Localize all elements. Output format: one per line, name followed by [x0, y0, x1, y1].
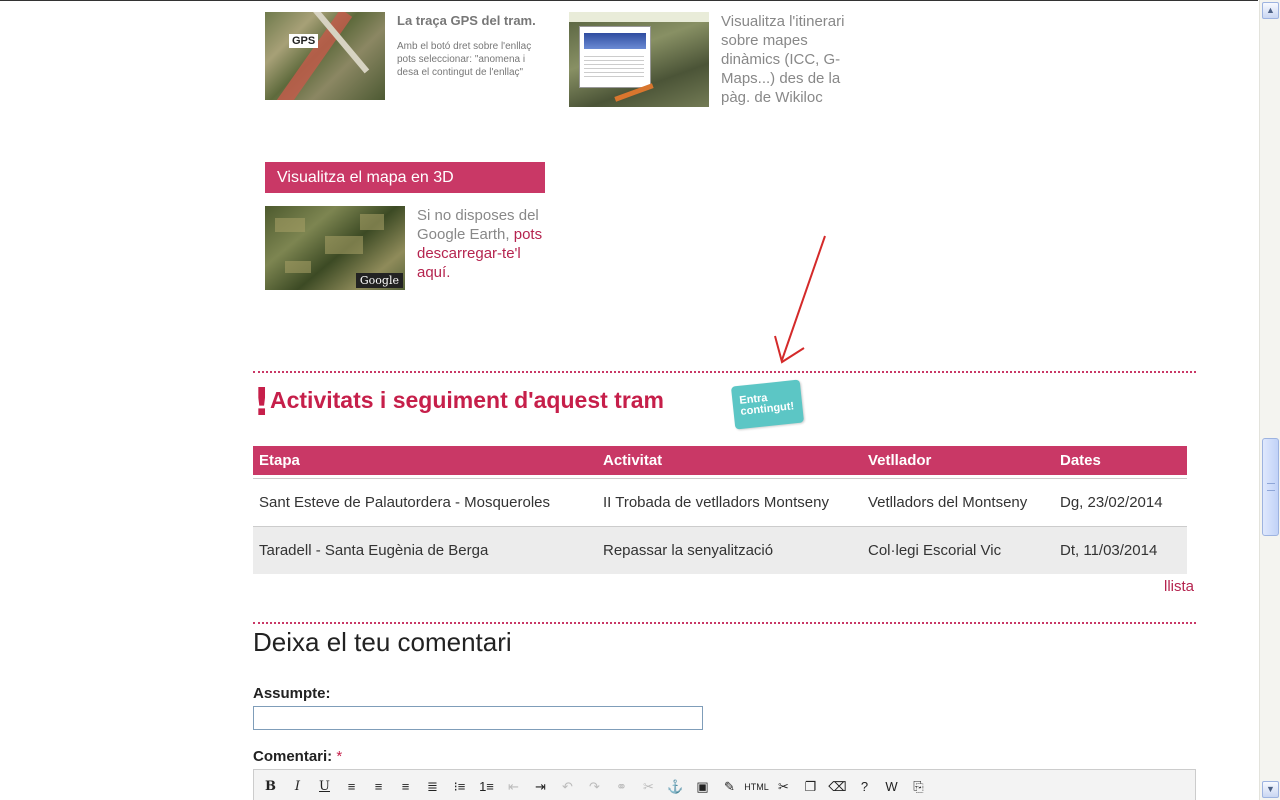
- exclamation-icon: !: [253, 380, 271, 424]
- map-3d-heading: Visualitza el mapa en 3D: [265, 162, 545, 193]
- table-row[interactable]: Sant Esteve de Palautordera - Mosquerole…: [253, 477, 1187, 526]
- column-header: Etapa: [253, 446, 597, 475]
- align-center-button[interactable]: ≡: [366, 774, 391, 799]
- outdent-button[interactable]: ⇤: [501, 774, 526, 799]
- wikiloc-description[interactable]: Visualitza l'itinerari sobre mapes dinàm…: [721, 12, 851, 107]
- subject-label: Assumpte:: [253, 685, 331, 702]
- google-logo: Google: [355, 273, 403, 288]
- italic-button[interactable]: I: [285, 774, 310, 799]
- map-field: [360, 214, 384, 230]
- enter-content-sticker[interactable]: Entra contingut!: [730, 379, 805, 430]
- bullet-list-button[interactable]: ⁝≡: [447, 774, 472, 799]
- scroll-down-button[interactable]: ▼: [1262, 781, 1279, 798]
- required-marker: *: [336, 748, 343, 765]
- help-button[interactable]: ?: [852, 774, 877, 799]
- comment-section-title: Deixa el teu comentari: [253, 627, 512, 657]
- elevation-chart: [584, 33, 646, 49]
- map-field: [325, 236, 363, 254]
- popup-details: [584, 53, 644, 77]
- wikiloc-popup: [579, 26, 651, 88]
- column-header: Activitat: [597, 446, 862, 475]
- table-cell: Dt, 11/03/2014: [1054, 525, 1187, 574]
- copy-button[interactable]: ❐: [798, 774, 823, 799]
- table-cell: II Trobada de vetlladors Montseny: [597, 477, 862, 526]
- unlink-button[interactable]: ✂: [636, 774, 661, 799]
- section-divider: [253, 622, 1196, 624]
- red-arrow-annotation: [774, 235, 826, 364]
- activities-title: Activitats i seguiment d'aquest tram: [270, 387, 665, 413]
- table-cell: Repassar la senyalització: [597, 525, 862, 574]
- justify-button[interactable]: ≣: [420, 774, 445, 799]
- indent-button[interactable]: ⇥: [528, 774, 553, 799]
- table-cell: Col·legi Escorial Vic: [862, 525, 1054, 574]
- gps-track-description: Amb el botó dret sobre l'enllaç pots sel…: [397, 41, 532, 78]
- undo-button[interactable]: ↶: [555, 774, 580, 799]
- anchor-button[interactable]: ⚓: [663, 774, 688, 799]
- scroll-grip: [1267, 483, 1275, 491]
- image-button[interactable]: ▣: [690, 774, 715, 799]
- wikiloc-map-thumbnail[interactable]: [569, 12, 709, 107]
- cut-button[interactable]: ✂: [771, 774, 796, 799]
- erase-button[interactable]: ⌫: [825, 774, 850, 799]
- table-cell: Vetlladors del Montseny: [862, 477, 1054, 526]
- gps-thumbnail-label: GPS: [289, 34, 319, 48]
- section-divider: [253, 371, 1196, 373]
- google-earth-description: Si no disposes del Google Earth, pots de…: [417, 206, 547, 282]
- page-top-border: [0, 0, 1258, 1]
- align-left-button[interactable]: ≡: [339, 774, 364, 799]
- numbered-list-button[interactable]: 1≡: [474, 774, 499, 799]
- table-header-row: Etapa Activitat Vetllador Dates: [253, 446, 1187, 475]
- subject-input[interactable]: [253, 706, 703, 730]
- scroll-thumb[interactable]: [1262, 438, 1279, 536]
- cleanup-button[interactable]: ✎: [717, 774, 742, 799]
- comment-label-text: Comentari:: [253, 748, 333, 765]
- google-earth-thumbnail[interactable]: Google: [265, 206, 405, 290]
- page-break-button[interactable]: ⎘: [906, 774, 931, 799]
- paste-word-button[interactable]: W: [879, 774, 904, 799]
- column-header: Dates: [1054, 446, 1187, 475]
- gps-track-title[interactable]: La traça GPS del tram.: [397, 13, 536, 28]
- table-cell: Taradell - Santa Eugènia de Berga: [253, 525, 597, 574]
- bold-button[interactable]: B: [258, 774, 283, 799]
- table-cell: Sant Esteve de Palautordera - Mosquerole…: [253, 477, 597, 526]
- editor-toolbar: B I U ≡ ≡ ≡ ≣ ⁝≡ 1≡ ⇤ ⇥ ↶ ↷ ⚭ ✂ ⚓ ▣ ✎ HTML ✂ ❐ ⌫? W ⎘: [253, 769, 1196, 800]
- map-road: [271, 12, 353, 100]
- redo-button[interactable]: ↷: [582, 774, 607, 799]
- scroll-up-button[interactable]: ▲: [1262, 2, 1279, 19]
- list-link[interactable]: llista: [1164, 578, 1194, 595]
- map-field: [275, 218, 305, 232]
- html-button[interactable]: HTML: [744, 774, 769, 799]
- align-right-button[interactable]: ≡: [393, 774, 418, 799]
- map-field: [285, 261, 311, 273]
- activities-table: Etapa Activitat Vetllador Dates Sant Est…: [253, 446, 1187, 574]
- table-row[interactable]: Taradell - Santa Eugènia de Berga Repass…: [253, 525, 1187, 574]
- vertical-scrollbar[interactable]: ▲ ▼: [1259, 0, 1280, 800]
- table-cell: Dg, 23/02/2014: [1054, 477, 1187, 526]
- column-header: Vetllador: [862, 446, 1054, 475]
- link-button[interactable]: ⚭: [609, 774, 634, 799]
- comment-label: Comentari: *: [253, 748, 342, 765]
- underline-button[interactable]: U: [312, 774, 337, 799]
- gps-track-thumbnail[interactable]: GPS: [265, 12, 385, 100]
- wikiloc-map-header: [569, 12, 709, 22]
